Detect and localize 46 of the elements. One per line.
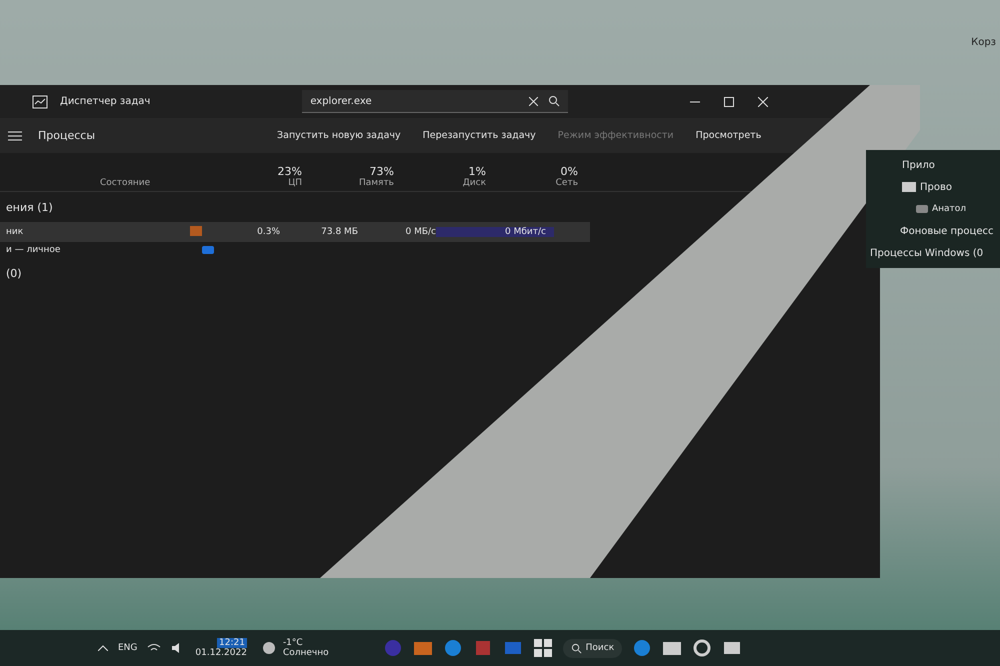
search-icon[interactable] xyxy=(548,95,560,107)
page-title: Процессы xyxy=(38,129,96,142)
side-panel-item[interactable]: Прово xyxy=(920,182,952,192)
column-header[interactable]: Состояние xyxy=(100,178,150,188)
close-icon[interactable] xyxy=(758,96,768,106)
usage-percent: 23% xyxy=(278,165,302,178)
table-cell: 0 Мбит/с xyxy=(436,227,554,237)
side-panel-item[interactable]: Процессы Windows (0 xyxy=(870,248,984,258)
toolbar-button[interactable]: Просмотреть xyxy=(690,126,768,145)
wifi-icon[interactable] xyxy=(147,643,162,653)
usage-percent: 73% xyxy=(370,165,394,178)
child-process-name: и — личное xyxy=(5,245,62,255)
chevron-up-icon[interactable] xyxy=(98,645,108,651)
start-icon[interactable] xyxy=(532,638,553,658)
group-header: (0) xyxy=(6,266,22,280)
side-panel-item[interactable]: Фоновые процесс xyxy=(900,226,994,236)
app-icon xyxy=(32,94,48,108)
desktop-icon-label[interactable]: Корз xyxy=(971,37,996,48)
column-header[interactable]: Сеть xyxy=(556,178,578,188)
table-cell-text: 0.3% xyxy=(256,227,280,237)
menu-icon[interactable] xyxy=(8,130,22,140)
usage-percent: 1% xyxy=(468,165,486,178)
search-icon xyxy=(570,642,582,654)
column-header[interactable]: Память xyxy=(358,178,394,188)
process-name: ник xyxy=(5,227,24,237)
taskbar-search[interactable]: Поиск xyxy=(562,638,622,658)
table-cell-text: 73.8 МБ xyxy=(320,227,358,237)
clock[interactable]: 12:21 01.12.2022 xyxy=(195,638,247,658)
search-field[interactable]: explorer.exe xyxy=(302,90,568,113)
window-title: Диспетчер задач xyxy=(60,96,150,107)
side-panel-item[interactable]: Прило xyxy=(902,160,935,170)
usage-percent: 0% xyxy=(560,165,578,178)
window-icon xyxy=(916,205,928,213)
column-header[interactable]: ЦП xyxy=(288,178,302,188)
clear-icon[interactable] xyxy=(529,96,538,106)
column-header[interactable]: Диск xyxy=(462,178,486,188)
maximize-icon[interactable] xyxy=(724,96,734,106)
process-row[interactable]: ник 0.3% 73.8 МБ 0 МБ/с 0 Мбит/с xyxy=(0,222,590,242)
language-indicator[interactable]: ENG xyxy=(118,643,138,653)
table-cell-text: 0 МБ/с xyxy=(404,227,436,237)
toolbar-button[interactable]: Перезапустить задачу xyxy=(416,126,542,145)
weather-widget[interactable]: -1°C Солнечно xyxy=(260,638,329,658)
toolbar-button[interactable]: Запустить новую задачу xyxy=(271,126,407,145)
window-icon xyxy=(202,246,214,254)
group-header: ения (1) xyxy=(6,200,53,214)
side-panel-item[interactable]: Анатол xyxy=(932,204,966,214)
